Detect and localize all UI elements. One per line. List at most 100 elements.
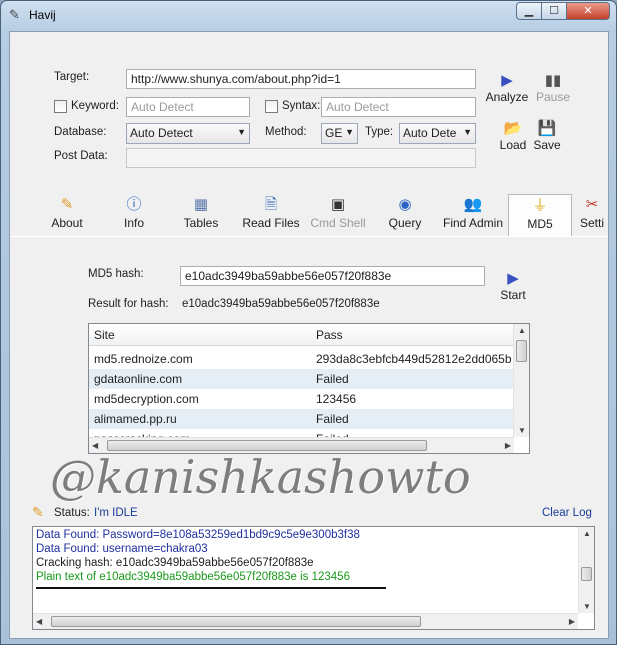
dropdown-arrow-icon: ▼ (237, 127, 246, 137)
list-vertical-scrollbar[interactable]: ▲ ▼ (513, 324, 529, 437)
result-label: Result for hash: (88, 298, 169, 310)
list-row[interactable]: alimamed.pp.ru Failed (89, 409, 514, 429)
file-icon: 🗎 (264, 196, 278, 213)
terminal-icon: ▣ (330, 196, 346, 213)
type-label: Type: (365, 126, 394, 138)
log-line: Cracking hash: e10adc3949ba59abbe56e057f… (36, 557, 314, 569)
syntax-input[interactable]: Auto Detect (321, 97, 476, 117)
tab-label: Read Files (242, 216, 300, 230)
scroll-left-arrow-icon[interactable]: ◀ (36, 617, 42, 626)
status-value: I'm IDLE (94, 507, 138, 519)
analyze-button[interactable]: ▶ Analyze (484, 72, 530, 104)
syntax-checkbox[interactable] (265, 100, 278, 113)
tab-settings[interactable]: ✂ Setti (576, 194, 608, 236)
method-label: Method: (265, 126, 307, 138)
status-pencil-icon: ✎ (32, 504, 44, 520)
target-input[interactable]: http://www.shunya.com/about.php?id=1 (126, 69, 476, 89)
tab-label: Find Admin (442, 216, 504, 230)
scroll-left-arrow-icon[interactable]: ◀ (92, 441, 98, 450)
pencil-icon: ✎ (60, 196, 74, 213)
database-select[interactable]: Auto Detect ▼ (126, 123, 250, 144)
app-icon: ✎ (9, 7, 20, 22)
load-label: Load (499, 138, 527, 152)
target-label: Target: (54, 71, 90, 83)
close-button[interactable]: ✕ (566, 2, 610, 20)
column-header-site[interactable]: Site (94, 328, 115, 342)
query-icon: ◉ (398, 196, 412, 213)
dropdown-arrow-icon: ▼ (463, 127, 472, 137)
analyze-label: Analyze (485, 90, 529, 104)
method-select[interactable]: GE ▼ (321, 123, 358, 144)
database-label: Database: (54, 126, 107, 138)
tab-md5[interactable]: ⏚ MD5 (508, 194, 572, 236)
list-row[interactable]: md5decryption.com 123456 (89, 389, 514, 409)
log-horizontal-scrollbar[interactable]: ◀ ▶ (33, 613, 578, 629)
pause-label: Pause (535, 90, 571, 104)
pause-button[interactable]: ▮▮ Pause (532, 72, 574, 104)
row-pass: 123456 (316, 392, 357, 406)
folder-icon: 📂 (503, 120, 523, 137)
tab-info[interactable]: ⓘ Info (103, 194, 165, 236)
scroll-right-arrow-icon[interactable]: ▶ (569, 617, 575, 626)
watermark: @kanishkashowto (50, 450, 471, 504)
start-button[interactable]: ▶ Start (496, 270, 530, 302)
tab-find-admin[interactable]: 👥 Find Admin (438, 194, 508, 236)
tab-query[interactable]: ◉ Query (374, 194, 436, 236)
log-line: Data Found: Password=8e108a53259ed1bd9c9… (36, 529, 360, 541)
scroll-thumb[interactable] (581, 567, 592, 581)
md5-hash-input[interactable]: e10adc3949ba59abbe56e057f20f883e (180, 266, 485, 286)
row-site: md5decryption.com (94, 392, 199, 406)
syntax-label: Syntax: (282, 100, 321, 112)
log-vertical-scrollbar[interactable]: ▲ ▼ (578, 527, 594, 613)
dropdown-arrow-icon: ▼ (345, 127, 354, 137)
maximize-button[interactable]: ☐ (541, 2, 567, 20)
underline-mark (36, 587, 386, 589)
tab-label: MD5 (527, 217, 553, 231)
row-site: md5.rednoize.com (94, 352, 193, 366)
tab-cmd-shell[interactable]: ▣ Cmd Shell (306, 194, 370, 236)
save-button[interactable]: 💾 Save (530, 120, 564, 152)
funnel-icon: ⏚ (532, 197, 548, 214)
tab-label: Info (123, 216, 144, 230)
list-row[interactable]: gdataonline.com Failed (89, 369, 514, 389)
minimize-button[interactable]: ▁ (516, 2, 542, 20)
play-icon: ▶ (501, 72, 513, 89)
title-bar[interactable]: ✎ Havij ▁ ☐ ✕ (1, 1, 616, 31)
scroll-thumb[interactable] (51, 616, 421, 627)
tab-read-files[interactable]: 🗎 Read Files (238, 194, 304, 236)
clear-log-link[interactable]: Clear Log (542, 507, 592, 519)
tab-tables[interactable]: ▦ Tables (170, 194, 232, 236)
list-row[interactable]: md5.rednoize.com 293da8c3ebfcb449d52812e… (89, 349, 514, 369)
keyword-checkbox[interactable] (54, 100, 67, 113)
keyword-input[interactable]: Auto Detect (126, 97, 250, 117)
start-label: Start (500, 288, 526, 302)
scroll-up-arrow-icon[interactable]: ▲ (583, 529, 591, 538)
md5-hash-label: MD5 hash: (88, 268, 144, 280)
scroll-down-arrow-icon[interactable]: ▼ (583, 602, 591, 611)
scroll-down-arrow-icon[interactable]: ▼ (518, 426, 526, 435)
scroll-up-arrow-icon[interactable]: ▲ (518, 326, 526, 335)
row-pass: Failed (316, 412, 349, 426)
scroll-thumb[interactable] (516, 340, 527, 362)
column-header-pass[interactable]: Pass (316, 328, 343, 342)
scroll-right-arrow-icon[interactable]: ▶ (505, 441, 511, 450)
load-button[interactable]: 📂 Load (496, 120, 530, 152)
tab-about[interactable]: ✎ About (36, 194, 98, 236)
log-line: Plain text of e10adc3949ba59abbe56e057f2… (36, 571, 350, 583)
type-select[interactable]: Auto Dete ▼ (399, 123, 476, 144)
list-header: Site Pass (89, 324, 514, 346)
database-select-value: Auto Detect (130, 126, 193, 140)
tab-label: Setti (579, 216, 604, 230)
save-label: Save (533, 138, 561, 152)
hash-results-list[interactable]: Site Pass md5.rednoize.com 293da8c3ebfcb… (88, 323, 530, 454)
play-icon: ▶ (507, 270, 519, 287)
post-data-input[interactable] (126, 148, 476, 168)
row-pass: Failed (316, 372, 349, 386)
tools-icon: ✂ (585, 196, 599, 213)
client-area: Target: http://www.shunya.com/about.php?… (9, 31, 609, 639)
floppy-disk-icon: 💾 (537, 120, 557, 137)
tab-label: About (51, 216, 83, 230)
keyword-label: Keyword: (71, 100, 119, 112)
log-output[interactable]: Data Found: Password=8e108a53259ed1bd9c9… (32, 526, 595, 630)
window-title: Havij (29, 8, 56, 22)
